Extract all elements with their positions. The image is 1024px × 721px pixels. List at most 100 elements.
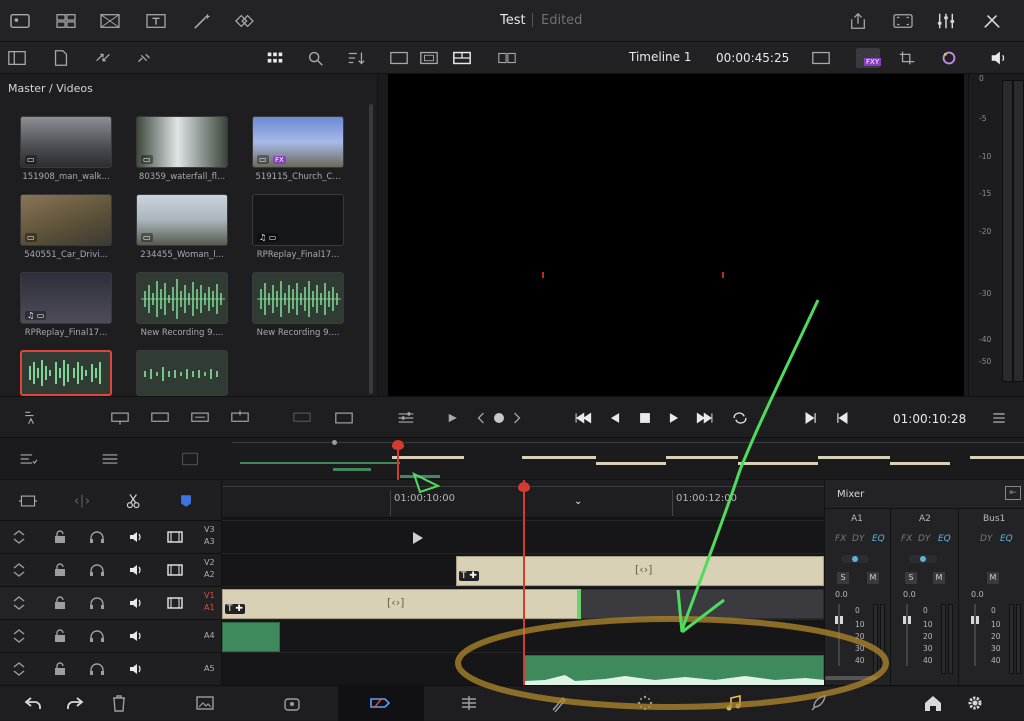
media-clip[interactable]: ♫ ▭ RPReplay_Final17... bbox=[252, 194, 344, 260]
fx-label[interactable]: FX bbox=[901, 534, 912, 544]
import-media-icon[interactable] bbox=[50, 48, 72, 68]
go-to-start-icon[interactable] bbox=[570, 407, 596, 429]
chevron-down-icon[interactable]: ⌄ bbox=[574, 496, 582, 507]
sidebar-toggle-icon[interactable] bbox=[6, 48, 28, 68]
video-track-icon[interactable] bbox=[166, 595, 184, 611]
append-icon[interactable] bbox=[290, 407, 314, 429]
overwrite-clip-icon[interactable] bbox=[148, 407, 172, 429]
magic-wand-icon[interactable] bbox=[190, 10, 214, 32]
headphones-icon[interactable] bbox=[88, 628, 106, 644]
dynamics-label[interactable]: DY bbox=[980, 534, 992, 544]
clip-edge-selection[interactable] bbox=[577, 589, 581, 619]
viewer-zoom-icon[interactable] bbox=[810, 48, 832, 68]
video-track-icon[interactable] bbox=[166, 562, 184, 578]
settings-sliders-icon[interactable] bbox=[394, 407, 418, 429]
audio-clip[interactable] bbox=[524, 655, 824, 685]
clips-icon[interactable] bbox=[54, 10, 78, 32]
lock-icon[interactable] bbox=[51, 529, 69, 545]
lock-icon[interactable] bbox=[51, 661, 69, 677]
home-icon[interactable] bbox=[920, 692, 946, 714]
deliver-rocket-icon[interactable] bbox=[806, 692, 832, 714]
media-clip[interactable]: ▭ 540551_Car_Drivi... bbox=[20, 194, 112, 260]
video-track-icon[interactable] bbox=[166, 529, 184, 545]
timeline-name[interactable]: Timeline 1 bbox=[629, 50, 691, 64]
undo-icon[interactable] bbox=[20, 692, 46, 714]
crop-icon[interactable] bbox=[897, 48, 919, 68]
tools-icon[interactable] bbox=[980, 10, 1004, 32]
fairlight-sparkle-icon[interactable] bbox=[632, 692, 658, 714]
mark-out-icon[interactable] bbox=[831, 407, 853, 429]
speaker-icon[interactable] bbox=[127, 661, 145, 677]
settings-gear-icon[interactable] bbox=[962, 692, 988, 714]
solo-button[interactable]: S bbox=[905, 572, 917, 584]
scissors-icon[interactable] bbox=[122, 490, 146, 512]
search-icon[interactable] bbox=[305, 48, 327, 68]
sort-icon[interactable] bbox=[345, 48, 367, 68]
transitions-icon[interactable] bbox=[232, 10, 256, 32]
audio-trim-icon[interactable] bbox=[20, 407, 42, 429]
dynamics-label[interactable]: DY bbox=[852, 534, 864, 544]
mixer-toggle-icon[interactable] bbox=[934, 10, 958, 32]
dual-viewer-icon[interactable] bbox=[496, 48, 518, 68]
menu-icon[interactable] bbox=[988, 407, 1010, 429]
timeline-view-icon[interactable] bbox=[16, 490, 40, 512]
mark-in-icon[interactable] bbox=[800, 407, 822, 429]
place-on-top-icon[interactable] bbox=[228, 407, 252, 429]
speaker-icon[interactable] bbox=[988, 48, 1010, 68]
dynamic-trim-icon[interactable] bbox=[178, 448, 202, 470]
redo-icon[interactable] bbox=[62, 692, 88, 714]
pan-control[interactable] bbox=[909, 555, 937, 563]
media-browser-icon[interactable] bbox=[8, 10, 32, 32]
replace-clip-icon[interactable] bbox=[188, 407, 212, 429]
mixer-scrollbar[interactable] bbox=[825, 676, 877, 680]
layout-icon[interactable] bbox=[451, 48, 473, 68]
cut-page-icon[interactable] bbox=[280, 692, 306, 714]
headphones-icon[interactable] bbox=[88, 661, 106, 677]
go-to-end-icon[interactable] bbox=[692, 407, 718, 429]
speaker-icon[interactable] bbox=[127, 562, 145, 578]
share-icon[interactable] bbox=[846, 10, 870, 32]
playhead[interactable] bbox=[523, 480, 525, 685]
play-around-icon[interactable] bbox=[440, 407, 464, 429]
media-clip[interactable]: ▭ 80359_waterfall_fl... bbox=[136, 116, 228, 182]
track-height-icon[interactable] bbox=[10, 562, 28, 578]
track-height-icon[interactable] bbox=[10, 595, 28, 611]
media-clip[interactable]: ▭ 151908_man_walk... bbox=[20, 116, 112, 182]
eq-label[interactable]: EQ bbox=[1000, 534, 1013, 544]
audio-clip[interactable] bbox=[222, 622, 280, 652]
media-clip-selected[interactable] bbox=[20, 350, 112, 396]
fx-label[interactable]: FX bbox=[835, 534, 846, 544]
lock-icon[interactable] bbox=[51, 562, 69, 578]
edit-page-tab[interactable] bbox=[338, 686, 424, 721]
track-height-icon[interactable] bbox=[10, 661, 28, 677]
play-reverse-icon[interactable] bbox=[604, 407, 626, 429]
delete-icon[interactable] bbox=[106, 692, 132, 714]
dynamics-label[interactable]: DY bbox=[918, 534, 930, 544]
stop-icon[interactable] bbox=[634, 407, 656, 429]
insert-clip-icon[interactable] bbox=[108, 407, 132, 429]
headphones-icon[interactable] bbox=[88, 595, 106, 611]
fusion-page-icon[interactable] bbox=[456, 692, 482, 714]
media-clip[interactable]: ♫ ▭ RPReplay_Final17... bbox=[20, 272, 112, 338]
color-icon[interactable] bbox=[938, 48, 960, 68]
mute-button[interactable]: M bbox=[933, 572, 945, 584]
lock-icon[interactable] bbox=[51, 595, 69, 611]
media-clip[interactable]: ▭ FX 519115_Church_C... bbox=[252, 116, 344, 182]
headphones-icon[interactable] bbox=[88, 529, 106, 545]
grid-view-icon[interactable] bbox=[264, 48, 286, 68]
cinema-view-icon[interactable] bbox=[418, 48, 440, 68]
overview-playhead-handle[interactable] bbox=[392, 440, 404, 450]
video-clip[interactable] bbox=[578, 589, 824, 619]
speaker-icon[interactable] bbox=[127, 628, 145, 644]
media-clip[interactable]: New Recording 9.... bbox=[252, 272, 344, 338]
mute-button[interactable]: M bbox=[867, 572, 879, 584]
media-clip[interactable]: ▭ 234455_Woman_l... bbox=[136, 194, 228, 260]
eq-label[interactable]: EQ bbox=[872, 534, 885, 544]
track-height-icon[interactable] bbox=[10, 628, 28, 644]
media-pool-scrollbar[interactable] bbox=[369, 104, 373, 394]
headphones-icon[interactable] bbox=[88, 562, 106, 578]
next-frame-icon[interactable] bbox=[510, 407, 524, 429]
pan-control[interactable] bbox=[841, 555, 869, 563]
unlink-icon[interactable] bbox=[133, 48, 155, 68]
solo-button[interactable]: S bbox=[837, 572, 849, 584]
